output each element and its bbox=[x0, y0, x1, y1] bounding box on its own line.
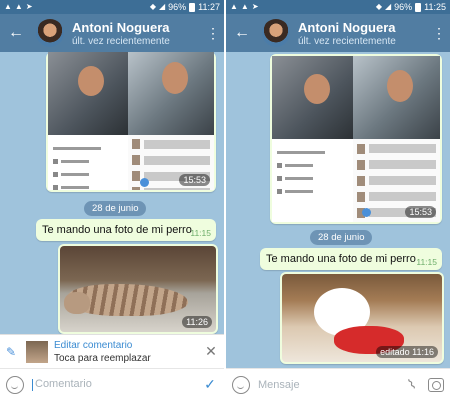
telegram-icon: ➤ bbox=[25, 2, 33, 11]
app-screens: ▲ ▲ ➤ ◆ ◢ 96% 11:27 ← Antoni Noguera últ… bbox=[0, 0, 450, 400]
back-arrow-icon[interactable]: ← bbox=[232, 24, 252, 42]
image-message[interactable]: 11:26 bbox=[58, 244, 218, 334]
photo-thumbnail bbox=[127, 52, 214, 135]
chat-header: ← Antoni Noguera últ. vez recientemente … bbox=[0, 14, 224, 52]
photo-thumbnail bbox=[272, 56, 353, 139]
notification-icon: ▲ bbox=[230, 2, 238, 11]
notification-icon: ▲ bbox=[240, 2, 249, 11]
last-seen-status: últ. vez recientemente bbox=[298, 35, 396, 47]
edit-caption-bar[interactable]: ✎ Editar comentario Toca para reemplazar… bbox=[0, 334, 224, 368]
message-time: 15:53 bbox=[179, 174, 210, 186]
edit-info: Editar comentario Toca para reemplazar bbox=[54, 340, 204, 364]
emoji-icon[interactable] bbox=[6, 375, 24, 394]
image-message[interactable]: 15:53 bbox=[46, 52, 216, 192]
message-text: Te mando una foto de mi perro bbox=[266, 253, 416, 265]
options-pane bbox=[272, 139, 353, 222]
telegram-icon: ➤ bbox=[251, 2, 259, 11]
image-message[interactable]: editado 11:16 bbox=[280, 272, 444, 364]
signal-icon: ◢ bbox=[384, 2, 392, 11]
photo-thumbnail bbox=[352, 56, 440, 139]
message-time: 11:26 bbox=[182, 316, 212, 328]
screenshot-image: 15:53 bbox=[48, 52, 214, 190]
system-icons: ◆ ◢ 96% 11:27 bbox=[150, 2, 220, 12]
wifi-icon: ◆ bbox=[375, 2, 382, 11]
status-bar: ▲ ▲ ➤ ◆ ◢ 96% 11:27 bbox=[0, 0, 224, 14]
date-separator: 28 de junio bbox=[310, 230, 373, 245]
composer: Comentario ✓ bbox=[0, 368, 224, 400]
status-bar: ▲ ▲ ➤ ◆ ◢ 96% 11:25 bbox=[226, 0, 450, 14]
chat-header: ← Antoni Noguera últ. vez recientemente … bbox=[226, 14, 450, 52]
battery-percent: 96% bbox=[394, 2, 413, 12]
camera-icon[interactable] bbox=[428, 377, 444, 392]
system-icons: ◆ ◢ 96% 11:25 bbox=[376, 2, 446, 12]
avatar[interactable] bbox=[36, 19, 64, 47]
message-time: 11:15 bbox=[190, 228, 211, 238]
message-input[interactable]: Mensaje bbox=[258, 379, 404, 391]
battery-percent: 96% bbox=[168, 2, 187, 12]
clock: 11:27 bbox=[198, 2, 220, 12]
close-icon[interactable]: ✕ bbox=[204, 343, 218, 360]
battery-icon bbox=[189, 2, 196, 12]
back-arrow-icon[interactable]: ← bbox=[6, 24, 26, 42]
chat-title[interactable]: Antoni Noguera últ. vez recientemente bbox=[298, 20, 432, 47]
message-time: 15:53 bbox=[405, 206, 436, 218]
last-seen-status: últ. vez recientemente bbox=[72, 35, 170, 47]
cat-photo: 11:26 bbox=[60, 246, 216, 332]
date-separator: 28 de junio bbox=[84, 201, 147, 216]
wifi-icon: ◆ bbox=[149, 2, 156, 11]
send-check-icon[interactable]: ✓ bbox=[202, 376, 218, 393]
contact-name: Antoni Noguera bbox=[298, 19, 396, 35]
chat-title[interactable]: Antoni Noguera últ. vez recientemente bbox=[72, 20, 206, 47]
comment-input[interactable]: Comentario bbox=[32, 378, 202, 391]
screenshot-image: 15:53 bbox=[272, 56, 440, 222]
attach-clip-icon[interactable]: ⌇ bbox=[401, 373, 423, 396]
edit-thumbnail bbox=[26, 340, 48, 363]
message-text: Te mando una foto de mi perro bbox=[42, 224, 192, 236]
message-time: editado 11:16 bbox=[376, 346, 438, 358]
screen-right: ▲ ▲ ➤ ◆ ◢ 96% 11:25 ← Antoni Noguera últ… bbox=[226, 0, 450, 400]
photo-thumbnail bbox=[48, 52, 128, 135]
notification-icon: ▲ bbox=[14, 2, 23, 11]
emoji-icon[interactable] bbox=[232, 375, 250, 394]
text-message[interactable]: Te mando una foto de mi perro 11:15 bbox=[260, 248, 442, 270]
signal-icon: ◢ bbox=[158, 2, 166, 11]
more-vert-icon[interactable]: ⋮ bbox=[206, 25, 220, 42]
more-vert-icon[interactable]: ⋮ bbox=[432, 25, 446, 42]
notification-icons: ▲ ▲ ➤ bbox=[230, 2, 259, 12]
options-pane bbox=[48, 134, 128, 190]
dog-photo: editado 11:16 bbox=[282, 274, 442, 362]
message-list: 15:53 28 de junio Te mando una foto de m… bbox=[226, 52, 450, 400]
composer: Mensaje ⌇ bbox=[226, 368, 450, 400]
edit-title: Editar comentario bbox=[54, 339, 133, 351]
message-time: 11:15 bbox=[416, 257, 437, 267]
edit-subtitle: Toca para reemplazar bbox=[54, 352, 151, 364]
screen-left: ▲ ▲ ➤ ◆ ◢ 96% 11:27 ← Antoni Noguera últ… bbox=[0, 0, 224, 400]
fab-icon bbox=[140, 178, 149, 187]
pencil-icon: ✎ bbox=[6, 344, 17, 359]
clock: 11:25 bbox=[424, 2, 446, 12]
image-message[interactable]: 15:53 bbox=[270, 54, 442, 224]
notification-icons: ▲ ▲ ➤ bbox=[4, 2, 33, 12]
fab-icon bbox=[362, 208, 371, 217]
battery-icon bbox=[415, 2, 422, 12]
notification-icon: ▲ bbox=[4, 2, 12, 11]
contact-name: Antoni Noguera bbox=[72, 19, 170, 35]
avatar[interactable] bbox=[262, 19, 290, 47]
text-message[interactable]: Te mando una foto de mi perro 11:15 bbox=[36, 219, 216, 241]
